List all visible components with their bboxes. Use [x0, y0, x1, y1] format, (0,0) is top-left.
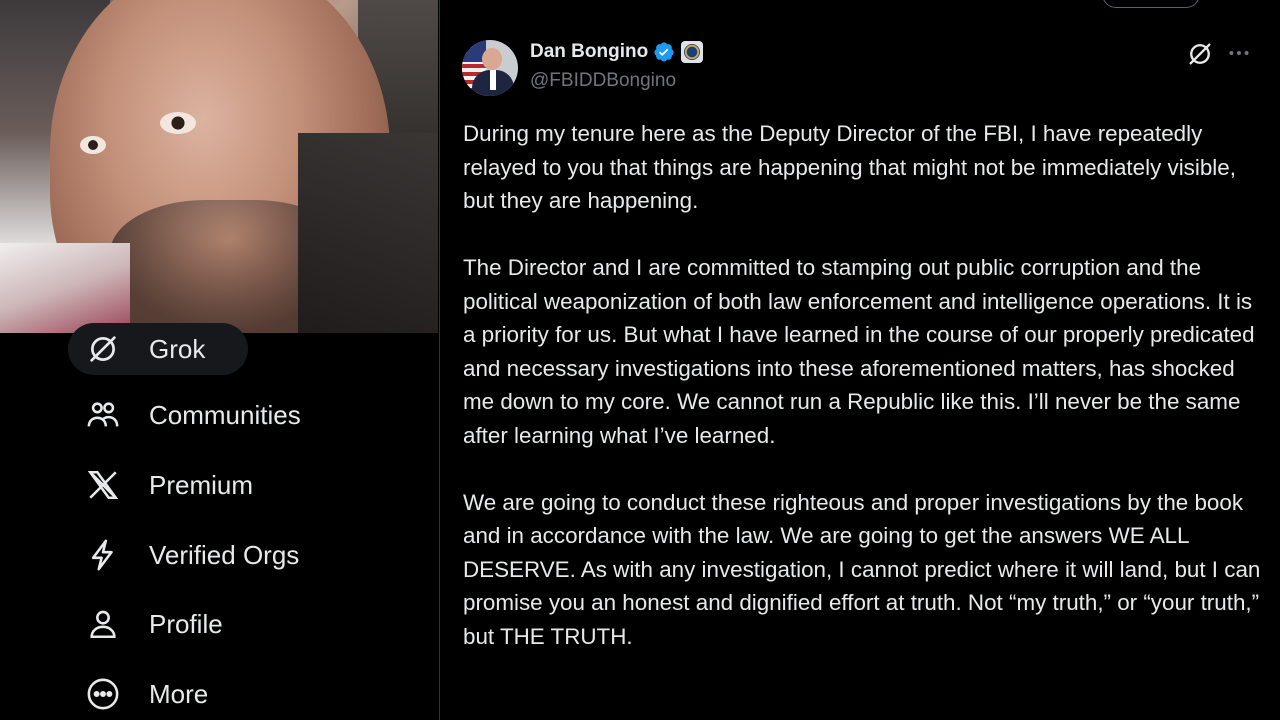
fbi-seal-icon[interactable]: [681, 41, 704, 63]
more-circle-icon: [86, 677, 120, 711]
author-handle[interactable]: @FBIDDBongino: [530, 70, 676, 92]
author-display-name[interactable]: Dan Bongino: [530, 41, 648, 63]
sidebar-item-profile[interactable]: Profile: [68, 598, 223, 650]
avatar[interactable]: [462, 40, 518, 96]
grok-icon: [86, 332, 120, 366]
sidebar-item-premium[interactable]: Premium: [68, 459, 253, 511]
sidebar-item-more[interactable]: More: [68, 668, 208, 720]
sidebar-item-label: Grok: [149, 333, 206, 364]
post-body: During my tenure here as the Deputy Dire…: [463, 117, 1263, 687]
sidebar-item-label: Profile: [149, 608, 223, 639]
app-window: Grok Communities Premium Verified Orgs P…: [0, 0, 1280, 720]
sidebar-item-label: Verified Orgs: [149, 539, 300, 570]
sidebar-item-grok[interactable]: Grok: [68, 323, 248, 375]
lightning-icon: [86, 538, 120, 572]
post-author-row: Dan Bongino: [530, 41, 704, 63]
person-icon: [86, 607, 120, 641]
grok-icon[interactable]: [1186, 40, 1214, 68]
sidebar-item-communities[interactable]: Communities: [68, 389, 301, 441]
verified-badge-icon: [654, 42, 674, 62]
post-paragraph: We are going to conduct these righteous …: [463, 489, 1261, 649]
post-paragraph: During my tenure here as the Deputy Dire…: [463, 121, 1236, 213]
more-options-icon[interactable]: [1226, 40, 1252, 66]
sidebar-item-label: Communities: [149, 399, 301, 430]
overlay-photo: [0, 0, 438, 333]
post-paragraph: The Director and I are committed to stam…: [463, 255, 1255, 448]
sidebar-item-verified-orgs[interactable]: Verified Orgs: [68, 529, 299, 581]
sidebar-item-label: Premium: [149, 469, 254, 500]
sidebar-item-label: More: [149, 678, 209, 709]
x-logo-icon: [86, 468, 120, 502]
communities-icon: [86, 398, 120, 432]
post: Dan Bongino @FBIDDBongino During my tenu…: [440, 0, 1280, 720]
